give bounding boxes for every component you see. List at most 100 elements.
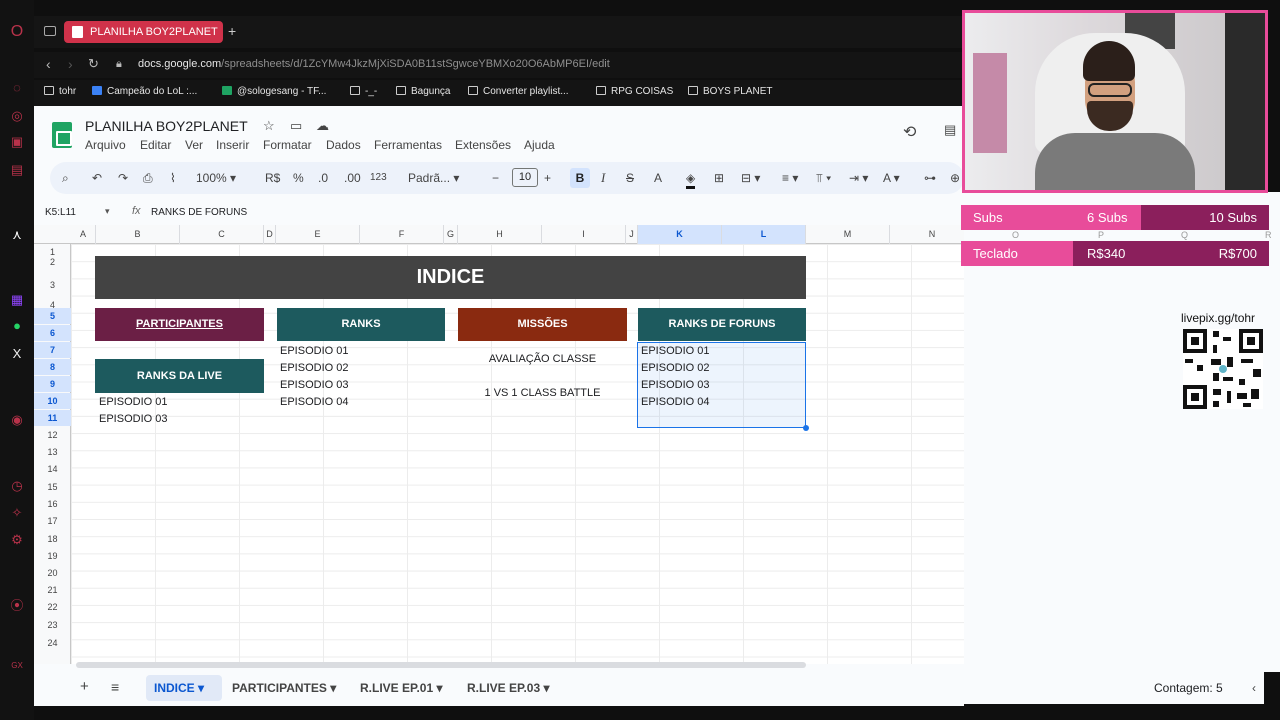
menu-inserir[interactable]: Inserir bbox=[216, 138, 249, 152]
whatsapp-icon[interactable]: ● bbox=[9, 318, 25, 334]
sidebar-icon[interactable]: ⦿ bbox=[9, 598, 25, 614]
horizontal-scrollbar[interactable] bbox=[76, 662, 806, 668]
font-size-increase-button[interactable]: + bbox=[544, 170, 551, 186]
menu-ajuda[interactable]: Ajuda bbox=[524, 138, 555, 152]
bookmark-folder[interactable]: -_- bbox=[350, 86, 377, 97]
menu-ferramentas[interactable]: Ferramentas bbox=[374, 138, 442, 152]
column-header[interactable]: C bbox=[180, 225, 264, 244]
align-vertical-icon[interactable]: ⫪ ▾ bbox=[816, 170, 831, 186]
sidebar-icon[interactable]: ◎ bbox=[9, 108, 25, 124]
row-header[interactable]: 18 bbox=[34, 531, 71, 547]
row-header[interactable]: 19 bbox=[34, 548, 71, 564]
column-header-selected[interactable]: K bbox=[638, 225, 722, 244]
undo-icon[interactable]: ↶ bbox=[92, 170, 102, 186]
row-header[interactable]: 13 bbox=[34, 444, 71, 460]
settings-icon[interactable]: ⚙ bbox=[9, 532, 25, 548]
ranks-live-header-cell[interactable]: RANKS DA LIVE bbox=[95, 359, 264, 393]
borders-icon[interactable]: ⊞ bbox=[714, 170, 724, 186]
menu-dados[interactable]: Dados bbox=[326, 138, 361, 152]
column-header[interactable]: D bbox=[264, 225, 276, 244]
row-header[interactable]: 22 bbox=[34, 599, 71, 615]
column-header[interactable]: G bbox=[444, 225, 458, 244]
sidebar-icon[interactable]: ⋏ bbox=[9, 227, 25, 243]
live-episode-cell[interactable]: EPISODIO 03 bbox=[99, 413, 167, 425]
all-sheets-icon[interactable]: ≡ bbox=[111, 679, 119, 695]
sidebar-icon[interactable]: ◌ bbox=[9, 80, 25, 96]
missoes-header-cell[interactable]: MISSÕES bbox=[458, 308, 627, 341]
bookmark-item[interactable]: Converter playlist... bbox=[468, 86, 569, 97]
zoom-select[interactable]: 100% ▾ bbox=[196, 170, 236, 186]
currency-button[interactable]: R$ bbox=[265, 170, 280, 186]
sheet-tab-indice[interactable]: INDICE ▾ bbox=[154, 681, 204, 695]
x-icon[interactable]: X bbox=[9, 346, 25, 362]
merge-cells-icon[interactable]: ⊟ ▾ bbox=[741, 170, 760, 186]
row-header[interactable]: 23 bbox=[34, 617, 71, 633]
fill-handle[interactable] bbox=[803, 425, 809, 431]
bookmark-item[interactable]: @sologesang - TF... bbox=[222, 86, 326, 97]
ranks-episode-cell[interactable]: EPISODIO 01 bbox=[280, 345, 348, 357]
comments-icon[interactable]: ▤ bbox=[944, 122, 956, 138]
row-header[interactable]: 6 bbox=[34, 325, 71, 341]
bookmark-item[interactable]: Campeão do LoL :... bbox=[92, 86, 197, 97]
star-icon[interactable]: ☆ bbox=[263, 118, 275, 134]
percent-button[interactable]: % bbox=[293, 170, 304, 186]
text-wrap-icon[interactable]: ⇥ ▾ bbox=[849, 170, 868, 186]
row-header[interactable]: 24 bbox=[34, 635, 71, 651]
row-header[interactable]: 15 bbox=[34, 479, 71, 495]
collapse-icon[interactable]: ‹ bbox=[1252, 681, 1256, 695]
back-icon[interactable]: ‹ bbox=[46, 56, 51, 72]
gx-icon[interactable]: GX bbox=[9, 658, 25, 674]
sidebar-icon[interactable]: ▣ bbox=[9, 134, 25, 150]
foruns-episode-cell[interactable]: EPISODIO 03 bbox=[641, 379, 709, 391]
fill-color-icon[interactable]: ◈ bbox=[686, 170, 696, 189]
column-header[interactable]: A bbox=[71, 225, 96, 244]
cloud-status-icon[interactable]: ☁ bbox=[316, 118, 329, 134]
insert-link-icon[interactable]: ⊶ bbox=[924, 170, 936, 186]
row-header[interactable]: 7 bbox=[34, 342, 71, 358]
new-tab-icon[interactable]: + bbox=[228, 23, 236, 39]
name-box[interactable]: K5:L11 bbox=[45, 207, 76, 218]
menu-ver[interactable]: Ver bbox=[185, 138, 203, 152]
sidebar-icon[interactable]: ▤ bbox=[9, 162, 25, 178]
font-size-input[interactable]: 10 bbox=[512, 168, 538, 187]
tab-menu-icon[interactable] bbox=[44, 26, 56, 36]
align-horizontal-icon[interactable]: ≡ ▾ bbox=[782, 170, 798, 186]
number-format-button[interactable]: 123 bbox=[370, 170, 387, 186]
menu-arquivo[interactable]: Arquivo bbox=[85, 138, 126, 152]
menu-formatar[interactable]: Formatar bbox=[263, 138, 312, 152]
font-select[interactable]: Padrã... ▾ bbox=[408, 170, 459, 186]
insert-comment-icon[interactable]: ⊕ bbox=[950, 170, 960, 186]
ranks-header-cell[interactable]: RANKS bbox=[277, 308, 445, 341]
column-header[interactable]: B bbox=[96, 225, 180, 244]
column-header[interactable]: M bbox=[806, 225, 890, 244]
url-input[interactable]: docs.google.com/spreadsheets/d/1ZcYMw4Jk… bbox=[138, 58, 610, 70]
row-header[interactable]: 20 bbox=[34, 565, 71, 581]
row-header[interactable]: 2 bbox=[34, 254, 71, 270]
sheet-tab-rlive-ep03[interactable]: R.LIVE EP.03 ▾ bbox=[467, 681, 550, 695]
document-title[interactable]: PLANILHA BOY2PLANET bbox=[85, 118, 248, 134]
ranks-episode-cell[interactable]: EPISODIO 02 bbox=[280, 362, 348, 374]
menu-extensoes[interactable]: Extensões bbox=[455, 138, 511, 152]
twitch-icon[interactable]: ▦ bbox=[9, 292, 25, 308]
move-folder-icon[interactable]: ▭ bbox=[290, 118, 302, 134]
extensions-icon[interactable]: ✧ bbox=[9, 505, 25, 521]
reload-icon[interactable]: ↻ bbox=[88, 56, 99, 72]
missao-cell[interactable]: AVALIAÇÃO CLASSE bbox=[458, 353, 627, 365]
add-sheet-icon[interactable]: + bbox=[80, 678, 89, 695]
row-header[interactable]: 9 bbox=[34, 376, 71, 392]
increase-decimal-button[interactable]: .00 bbox=[344, 170, 361, 186]
live-episode-cell[interactable]: EPISODIO 01 bbox=[99, 396, 167, 408]
sheets-logo-icon[interactable] bbox=[52, 122, 72, 148]
name-box-dropdown-icon[interactable]: ▾ bbox=[105, 206, 110, 217]
row-header[interactable]: 16 bbox=[34, 496, 71, 512]
browser-tab[interactable]: PLANILHA BOY2PLANET bbox=[64, 21, 223, 43]
menu-editar[interactable]: Editar bbox=[140, 138, 171, 152]
participantes-link-cell[interactable]: PARTICIPANTES bbox=[95, 308, 264, 341]
column-header-selected[interactable]: L bbox=[722, 225, 806, 244]
row-header[interactable]: 12 bbox=[34, 427, 71, 443]
text-color-button[interactable]: A bbox=[654, 170, 662, 186]
column-header[interactable]: E bbox=[276, 225, 360, 244]
column-header[interactable]: F bbox=[360, 225, 444, 244]
row-header[interactable]: 10 bbox=[34, 393, 71, 409]
ranks-episode-cell[interactable]: EPISODIO 04 bbox=[280, 396, 348, 408]
